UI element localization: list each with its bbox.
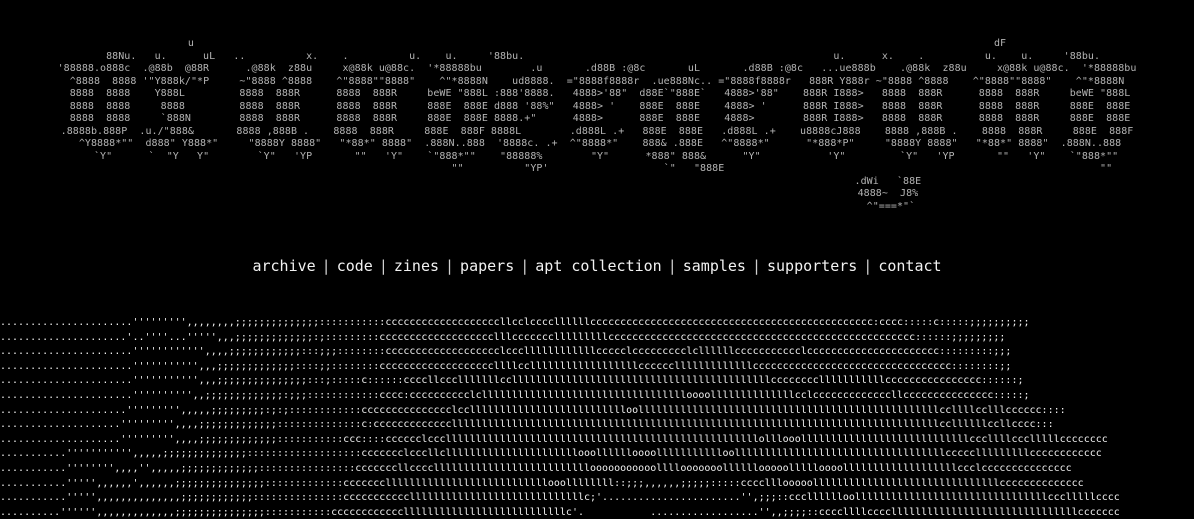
nav-link-supporters[interactable]: supporters — [767, 257, 857, 275]
nav-link-apt-collection[interactable]: apt collection — [535, 257, 661, 275]
nav-link-contact[interactable]: contact — [878, 257, 941, 275]
nav-link-samples[interactable]: samples — [683, 257, 746, 275]
nav-separator: | — [751, 257, 761, 275]
main-navigation: archive | code | zines | papers | apt collection… — [0, 256, 1194, 276]
site-ascii-logo: u dF 88Nu. u. uL .. x. . u. u. '88bu. u.… — [57, 38, 1137, 212]
ascii-art-image: ......................''''''''',,,,,,,,;… — [0, 317, 1120, 518]
nav-link-papers[interactable]: papers — [460, 257, 514, 275]
nav-separator: | — [667, 257, 677, 275]
nav-separator: | — [863, 257, 873, 275]
nav-separator: | — [321, 257, 331, 275]
nav-link-archive[interactable]: archive — [252, 257, 315, 275]
nav-separator: | — [378, 257, 388, 275]
nav-separator: | — [520, 257, 530, 275]
nav-separator: | — [445, 257, 455, 275]
nav-link-code[interactable]: code — [337, 257, 373, 275]
nav-link-zines[interactable]: zines — [394, 257, 439, 275]
